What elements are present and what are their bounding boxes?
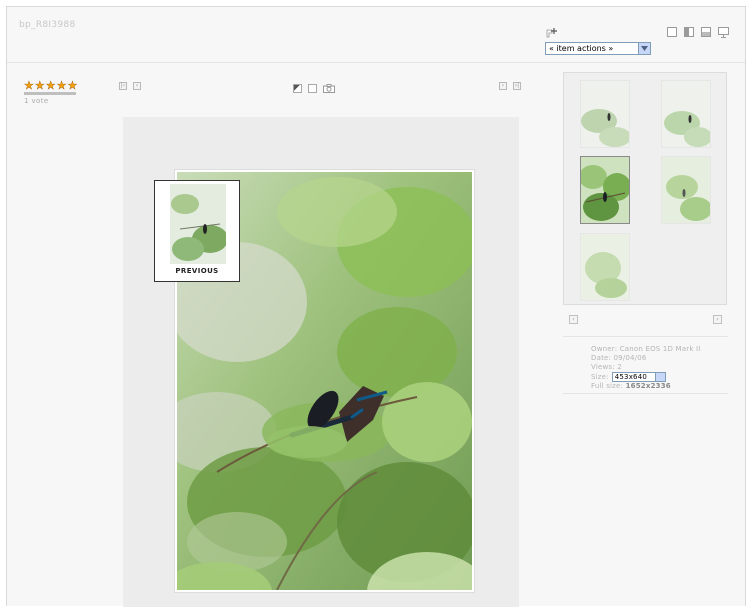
slideshow-icon[interactable] xyxy=(718,27,729,38)
star-icon[interactable]: ★ xyxy=(24,80,34,91)
first-image-icon[interactable]: |‹ xyxy=(119,82,127,90)
owner-text: Owner: Canon EOS 1D Mark II xyxy=(591,345,701,353)
fullsize-value[interactable]: 1652x2336 xyxy=(626,382,671,390)
thumbnails-next-icon[interactable]: › xyxy=(713,315,722,324)
item-actions-select[interactable]: « item actions » xyxy=(545,42,651,55)
image-metadata: Owner: Canon EOS 1D Mark II Date: 09/04/… xyxy=(591,345,701,391)
header-divider xyxy=(7,62,745,63)
previous-label: PREVIOUS xyxy=(175,267,219,275)
thumbnail-image xyxy=(581,234,629,300)
star-icon[interactable]: ★ xyxy=(35,80,45,91)
mosaic-view-icon[interactable] xyxy=(701,27,711,37)
thumbnail-item-selected[interactable] xyxy=(580,156,630,224)
date-text: Date: 09/04/06 xyxy=(591,354,647,362)
thumbnail-item[interactable] xyxy=(661,80,711,148)
star-icon[interactable]: ★ xyxy=(46,80,56,91)
page-frame: bp_R8I3988 « item actions » ★ ★ ★ ★ ★ 1 … xyxy=(6,6,746,607)
thumbnails-previous-icon[interactable]: ‹ xyxy=(569,315,578,324)
meta-divider-top xyxy=(563,336,728,337)
last-image-icon[interactable]: ›| xyxy=(513,82,521,90)
thumbnail-image xyxy=(581,157,629,223)
thumbnail-image xyxy=(581,81,629,147)
previous-preview-box[interactable]: PREVIOUS xyxy=(154,180,240,282)
meta-divider-bottom xyxy=(563,393,728,394)
fullsize-label: Full size: xyxy=(591,382,624,390)
previous-thumbnail-image xyxy=(170,184,226,264)
grid-view-icon[interactable] xyxy=(684,27,694,37)
add-to-album-icon[interactable] xyxy=(546,27,558,39)
next-image-icon[interactable]: › xyxy=(499,82,507,90)
thumbnail-panel xyxy=(563,72,727,305)
star-rating[interactable]: ★ ★ ★ ★ ★ xyxy=(24,80,78,91)
thumbnail-item[interactable] xyxy=(580,80,630,148)
item-actions-label: « item actions » xyxy=(549,44,614,53)
size-row: Size: 453x640 xyxy=(591,372,701,382)
thumbnail-item[interactable] xyxy=(580,233,630,301)
info-icon[interactable] xyxy=(293,84,302,93)
view-mode-icons xyxy=(667,27,729,38)
thumbnail-image xyxy=(662,81,710,147)
chevron-down-icon[interactable] xyxy=(638,43,650,54)
thumbnail-image xyxy=(662,157,710,223)
photo-stage: PREVIOUS xyxy=(123,117,519,607)
size-value: 453x640 xyxy=(614,373,647,381)
camera-icon[interactable] xyxy=(323,84,335,93)
vote-count: 1 vote xyxy=(24,97,49,105)
photo-tools xyxy=(293,84,335,93)
previous-thumbnail[interactable] xyxy=(170,184,226,264)
rating-widget[interactable]: ★ ★ ★ ★ ★ 1 vote xyxy=(24,80,78,105)
views-text: Views: 2 xyxy=(591,363,622,371)
star-icon[interactable]: ★ xyxy=(56,80,66,91)
size-label: Size: xyxy=(591,372,609,381)
star-icon[interactable]: ★ xyxy=(67,80,77,91)
size-select[interactable]: 453x640 xyxy=(611,372,666,382)
chevron-down-icon[interactable] xyxy=(654,373,665,381)
rating-bar xyxy=(24,92,76,95)
single-view-icon[interactable] xyxy=(667,27,677,37)
fullsize-row: Full size: 1652x2336 xyxy=(591,382,701,391)
page-title: bp_R8I3988 xyxy=(19,20,76,30)
previous-image-icon[interactable]: ‹ xyxy=(133,82,141,90)
exif-icon[interactable] xyxy=(308,84,317,93)
thumbnail-item[interactable] xyxy=(661,156,711,224)
